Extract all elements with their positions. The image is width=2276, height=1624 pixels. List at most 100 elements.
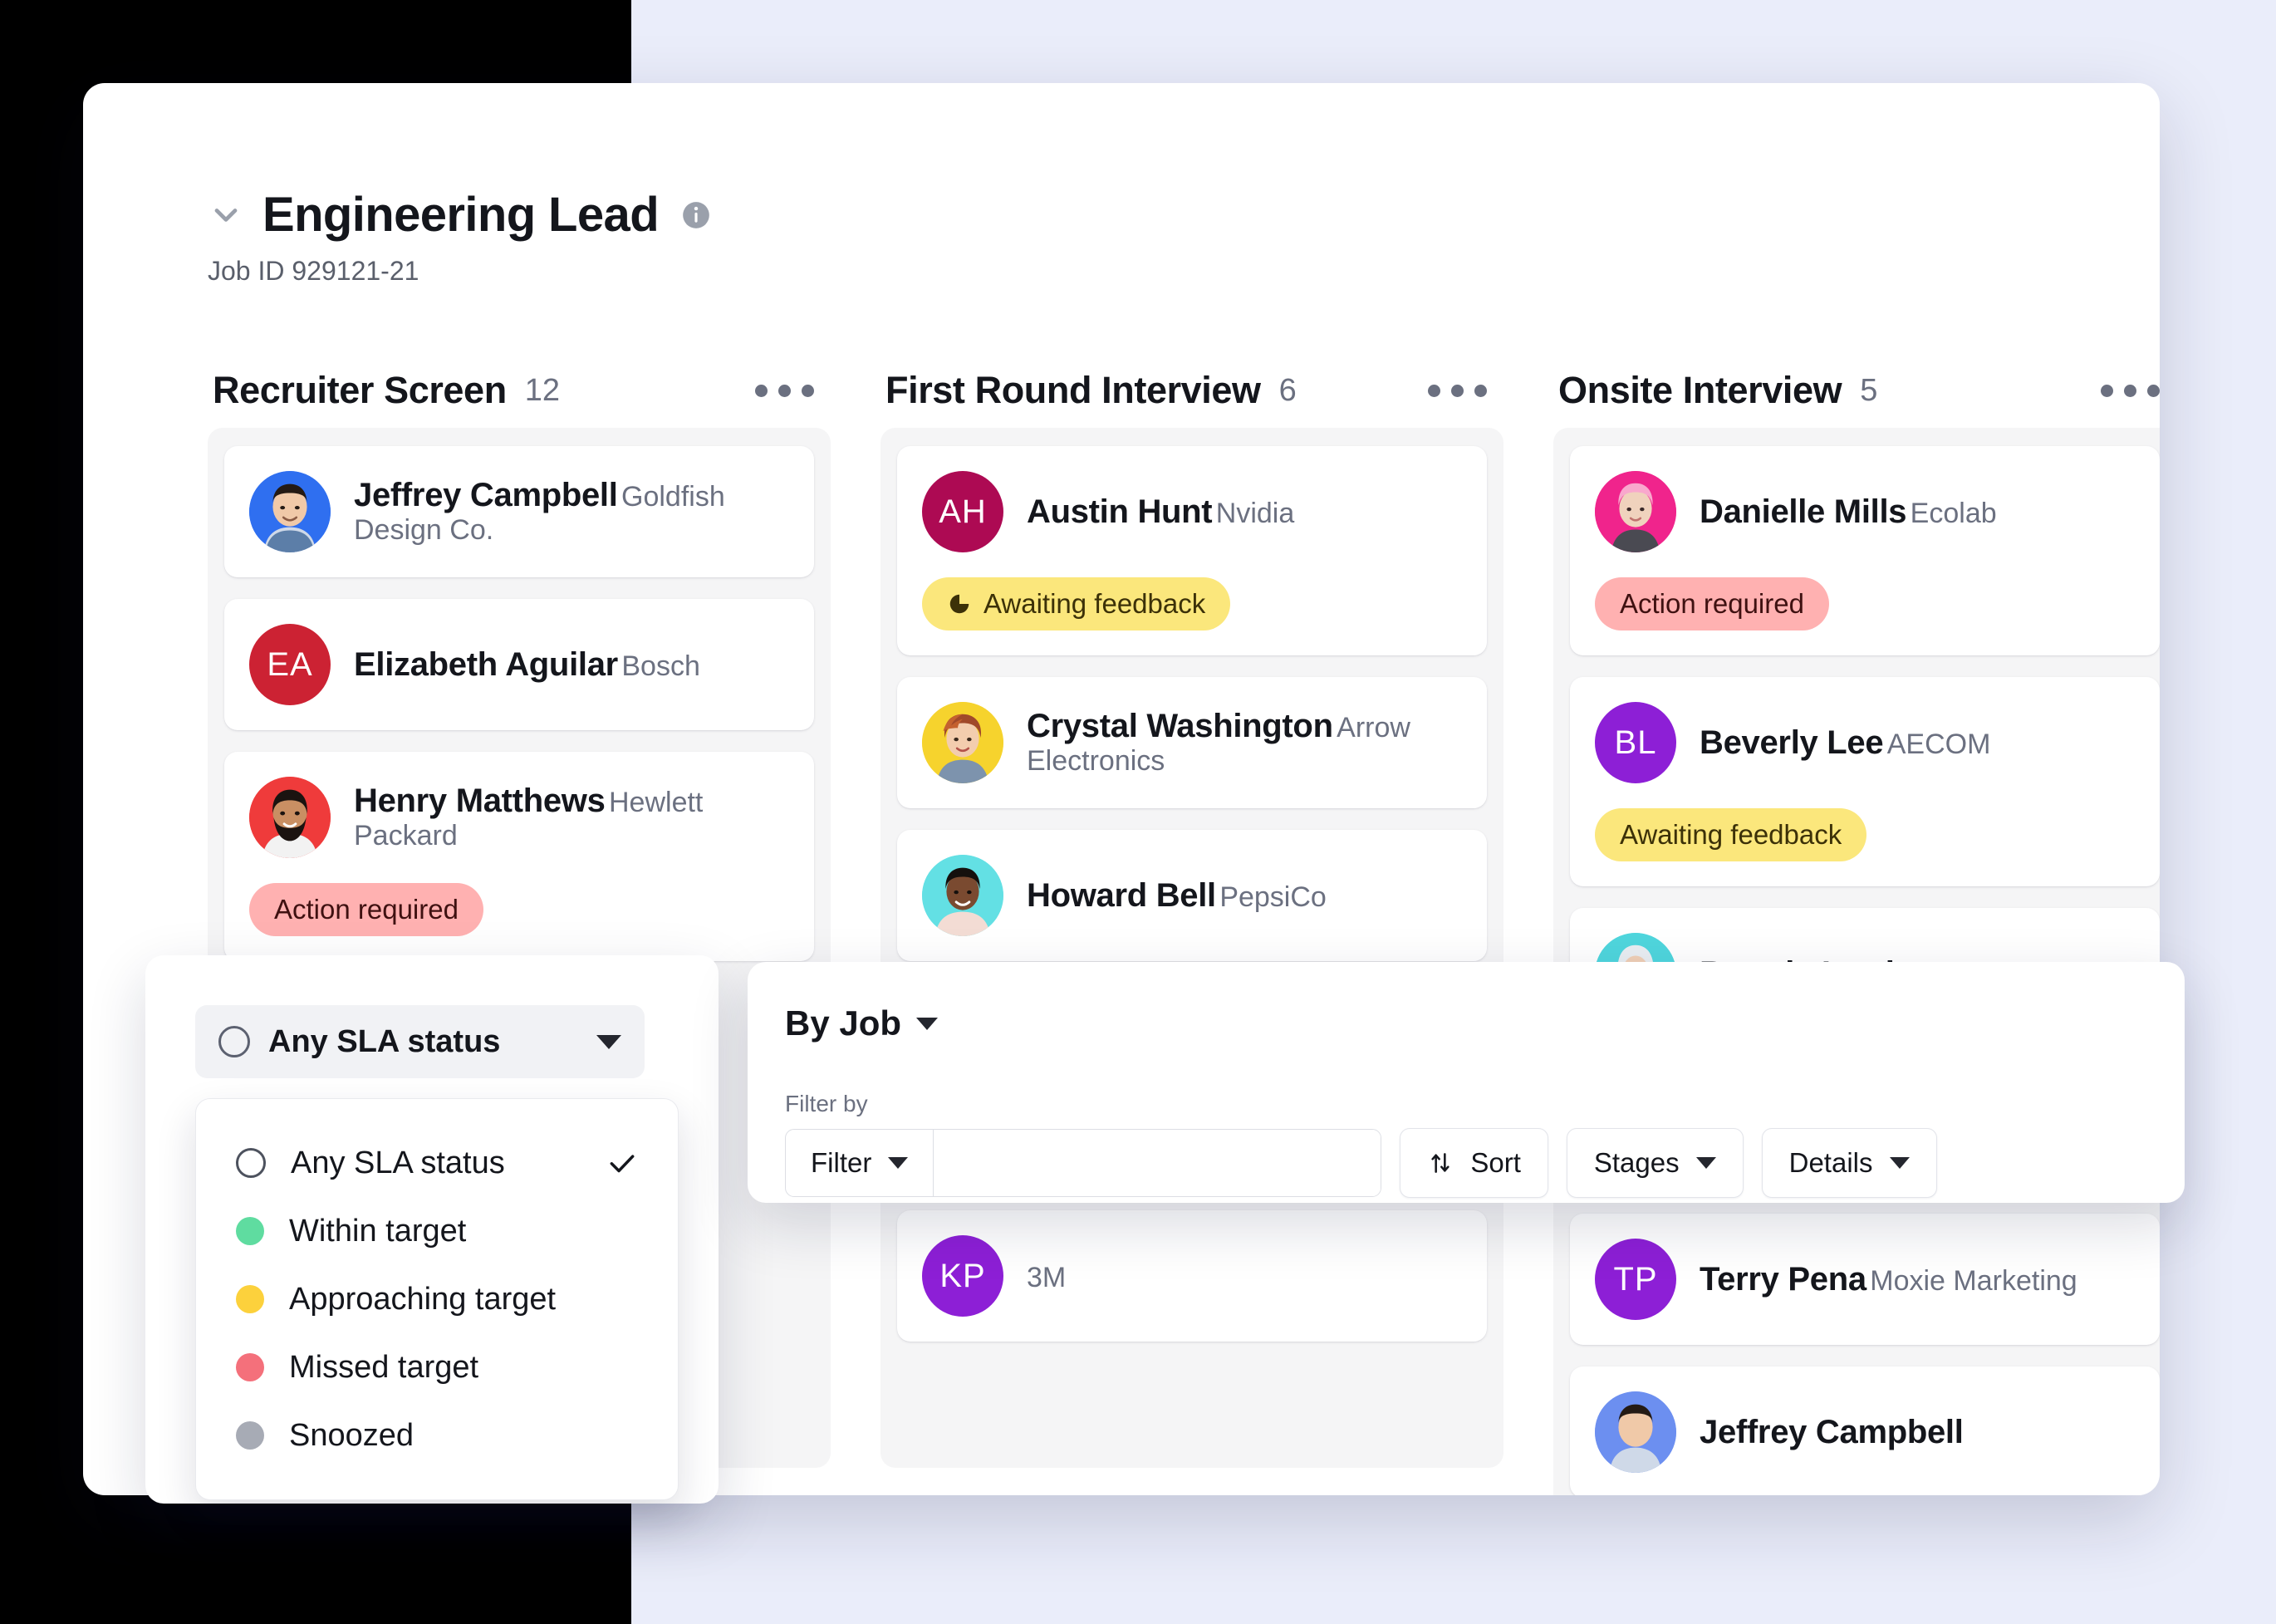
job-id-label: Job ID 929121-21	[208, 256, 419, 286]
sla-option-label: Missed target	[289, 1349, 479, 1385]
candidate-card[interactable]: AH Austin Hunt Nvidia Awaiting feedback	[897, 446, 1487, 655]
candidate-name: Terry Pena	[1700, 1261, 1866, 1298]
candidate-identity: 3M	[1027, 1257, 1066, 1295]
filter-input[interactable]	[934, 1130, 1381, 1196]
avatar-initials: AH	[939, 493, 987, 530]
group-by-label: By Job	[785, 1003, 902, 1043]
candidate-name: Danielle Mills	[1700, 493, 1907, 530]
status-badge-label: Action required	[274, 894, 459, 925]
avatar: AH	[922, 471, 1003, 552]
sla-option-label: Any SLA status	[291, 1145, 505, 1180]
candidate-name: Howard Bell	[1027, 877, 1216, 914]
candidate-identity: Austin Hunt Nvidia	[1027, 493, 1294, 531]
candidate-card[interactable]: Danielle Mills Ecolab Action required	[1570, 446, 2160, 655]
avatar: TP	[1595, 1239, 1676, 1320]
candidate-company: PepsiCo	[1219, 881, 1327, 913]
info-icon[interactable]	[680, 199, 712, 231]
candidate-identity: Elizabeth Aguilar Bosch	[354, 645, 700, 684]
status-dot-red	[236, 1353, 264, 1381]
avatar-initials: BL	[1614, 724, 1657, 761]
card-main: Jeffrey Campbell Goldfish Design Co.	[249, 471, 789, 552]
filter-by-label: Filter by	[785, 1091, 868, 1116]
sort-arrows-icon	[1431, 1153, 1449, 1173]
more-options-icon[interactable]	[755, 384, 826, 397]
page-title: Engineering Lead	[262, 188, 660, 242]
candidate-card[interactable]: TP Terry Pena Moxie Marketing	[1570, 1214, 2160, 1345]
details-button[interactable]: Details	[1761, 1128, 1937, 1198]
avatar-initials: TP	[1613, 1260, 1658, 1298]
card-main: Danielle Mills Ecolab	[1595, 471, 2135, 552]
card-main: Howard Bell PepsiCo	[922, 855, 1462, 936]
filter-dropdown-button[interactable]: Filter	[786, 1130, 934, 1196]
candidate-card[interactable]: Jeffrey Campbell Goldfish Design Co.	[224, 446, 814, 577]
stages-button[interactable]: Stages	[1566, 1128, 1744, 1198]
card-main: Jeffrey Campbell	[1595, 1391, 2135, 1473]
column-card-list: AH Austin Hunt Nvidia Awaiting feedback …	[880, 428, 1503, 1468]
sla-option-snoozed[interactable]: Snoozed	[196, 1401, 678, 1469]
status-badge: Action required	[1595, 577, 1829, 630]
sla-option-missed-target[interactable]: Missed target	[196, 1333, 678, 1401]
sla-option-any[interactable]: Any SLA status	[196, 1129, 678, 1197]
status-badge-label: Awaiting feedback	[983, 588, 1206, 619]
avatar-photo-male-beard	[249, 777, 331, 858]
more-options-icon[interactable]	[1428, 384, 1499, 397]
avatar-photo-male-asian	[1595, 1391, 1676, 1473]
column-title: Recruiter Screen	[213, 369, 507, 411]
column-title: First Round Interview	[885, 369, 1261, 411]
column-header: Onsite Interview 5	[1553, 353, 2160, 428]
candidate-name: Henry Matthews	[354, 783, 606, 820]
status-dot-yellow	[236, 1285, 264, 1313]
candidate-identity: Henry Matthews Hewlett Packard	[354, 782, 789, 852]
candidate-card[interactable]: Henry Matthews Hewlett Packard Action re…	[224, 752, 814, 961]
filter-toolbar-panel: By Job Filter by Filter Sort Stages Deta…	[748, 962, 2185, 1203]
avatar-photo-male-dark	[922, 855, 1003, 936]
status-dot-green	[236, 1217, 264, 1245]
screen: Engineering Lead Job ID 929121-21 Recrui…	[0, 0, 2276, 1624]
candidate-name: Jeffrey Campbell	[1700, 1414, 1964, 1450]
status-badge-label: Action required	[1620, 588, 1804, 619]
avatar	[922, 702, 1003, 783]
candidate-card[interactable]: EA Elizabeth Aguilar Bosch	[224, 599, 814, 730]
status-badge: Awaiting feedback	[922, 577, 1231, 630]
avatar-initials: EA	[267, 645, 313, 683]
candidate-card[interactable]: Crystal Washington Arrow Electronics	[897, 677, 1487, 808]
candidate-card[interactable]: Jeffrey Campbell	[1570, 1366, 2160, 1495]
check-icon	[610, 1155, 635, 1173]
candidate-company: Nvidia	[1215, 498, 1295, 529]
empty-circle-icon	[236, 1148, 266, 1178]
stages-button-label: Stages	[1593, 1147, 1680, 1178]
column-header: First Round Interview 6	[880, 353, 1503, 428]
avatar-photo-male-asian	[249, 471, 331, 552]
sla-option-within-target[interactable]: Within target	[196, 1197, 678, 1265]
candidate-identity: Jeffrey Campbell	[1700, 1413, 1964, 1451]
candidate-identity: Howard Bell PepsiCo	[1027, 876, 1327, 915]
sort-button[interactable]: Sort	[1400, 1128, 1548, 1198]
column-count: 5	[1860, 372, 1878, 408]
card-main: AH Austin Hunt Nvidia	[922, 471, 1462, 552]
card-main: TP Terry Pena Moxie Marketing	[1595, 1239, 2135, 1320]
group-by-dropdown[interactable]: By Job	[785, 1003, 939, 1043]
sla-option-label: Approaching target	[289, 1281, 557, 1317]
sla-status-dropdown-trigger[interactable]: Any SLA status	[195, 1005, 645, 1078]
avatar-photo-female-red-hair	[922, 702, 1003, 783]
candidate-card[interactable]: KP 3M	[897, 1210, 1487, 1342]
avatar	[249, 471, 331, 552]
column-count: 12	[524, 372, 561, 408]
caret-down-icon	[888, 1157, 909, 1169]
more-options-icon[interactable]	[2101, 384, 2160, 397]
sla-trigger-label: Any SLA status	[268, 1023, 501, 1059]
candidate-company: 3M	[1027, 1262, 1067, 1293]
chevron-down-icon[interactable]	[208, 197, 244, 233]
candidate-identity: Beverly Lee AECOM	[1700, 724, 1990, 762]
sort-button-label: Sort	[1470, 1147, 1521, 1178]
card-main: Henry Matthews Hewlett Packard	[249, 777, 789, 858]
toolbar-controls-row: Filter Sort Stages Details	[785, 1128, 1937, 1198]
candidate-card[interactable]: Howard Bell PepsiCo	[897, 830, 1487, 961]
job-header: Engineering Lead Job ID 929121-21	[208, 191, 712, 287]
candidate-company: Moxie Marketing	[1870, 1265, 2077, 1297]
candidate-identity: Jeffrey Campbell Goldfish Design Co.	[354, 476, 789, 547]
candidate-card[interactable]: BL Beverly Lee AECOM Awaiting feedback	[1570, 677, 2160, 886]
sla-option-label: Snoozed	[289, 1417, 414, 1453]
card-main: KP 3M	[922, 1235, 1462, 1317]
sla-option-approaching-target[interactable]: Approaching target	[196, 1265, 678, 1333]
